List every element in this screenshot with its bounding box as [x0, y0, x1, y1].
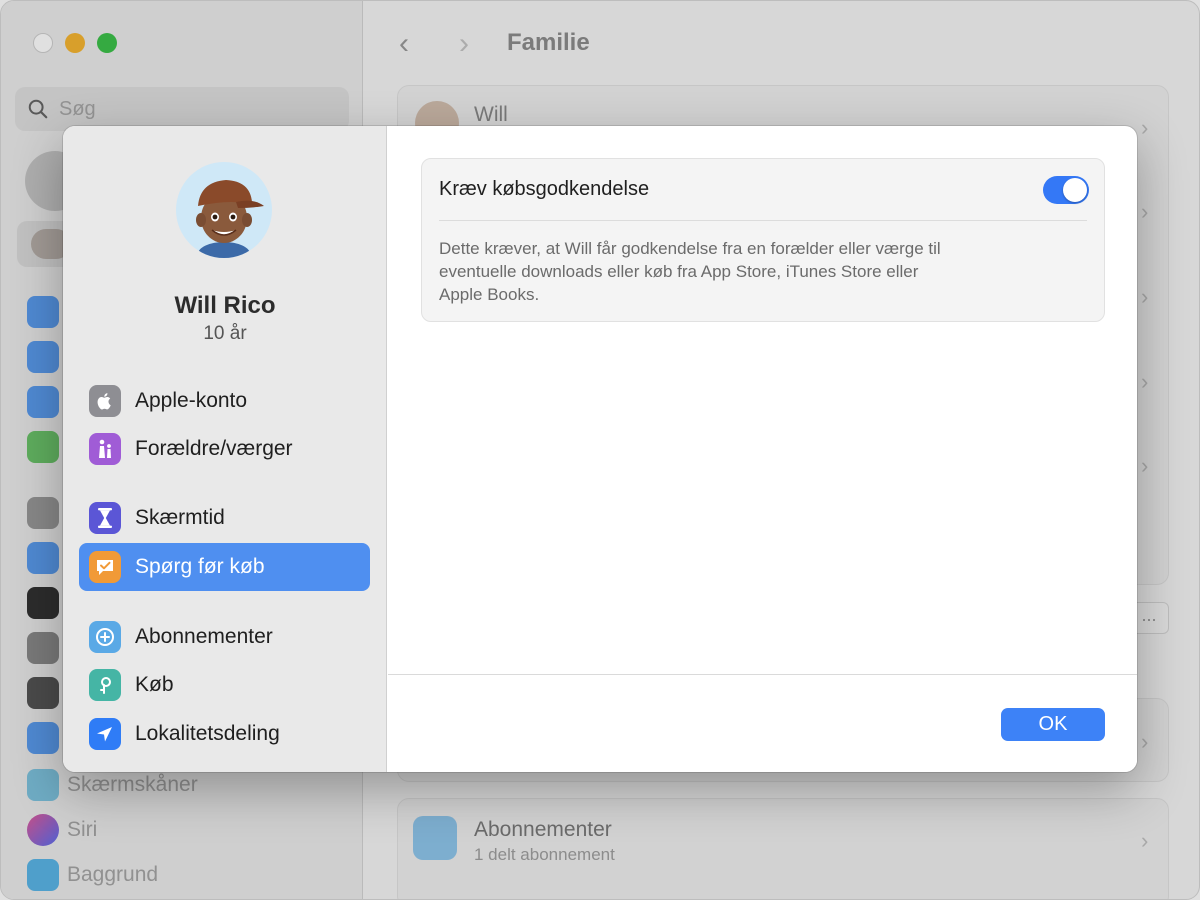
- require-purchase-approval-toggle[interactable]: [1043, 176, 1089, 204]
- nav-item-location-sharing[interactable]: Lokalitetsdeling: [79, 710, 370, 758]
- subscriptions-icon: [89, 621, 121, 653]
- nav-label: Køb: [135, 673, 174, 696]
- member-full-name: Will Rico: [174, 292, 276, 319]
- require-purchase-approval-label: Kræv købsgodkendelse: [439, 178, 650, 200]
- family-member-sheet: Will Rico 10 år Apple-konto Forældre/vær…: [63, 126, 1137, 772]
- setting-description: Dette kræver, at Will får godkendelse fr…: [439, 237, 1019, 306]
- divider: [439, 220, 1087, 221]
- nav-item-ask-to-buy[interactable]: Spørg før køb: [79, 543, 370, 591]
- ask-to-buy-setting-group: Kræv købsgodkendelse Dette kræver, at Wi…: [421, 158, 1105, 322]
- memoji-avatar: [176, 162, 272, 258]
- member-age: 10 år: [203, 323, 247, 344]
- nav-item-screen-time[interactable]: Skærmtid: [79, 494, 370, 542]
- toggle-knob: [1063, 178, 1087, 202]
- ask-to-buy-pane: Kræv købsgodkendelse Dette kræver, at Wi…: [388, 126, 1137, 674]
- nav-item-apple-account[interactable]: Apple-konto: [79, 377, 370, 425]
- location-icon: [89, 718, 121, 750]
- description-line: eventuelle downloads eller køb fra App S…: [439, 262, 919, 281]
- nav-label: Lokalitetsdeling: [135, 722, 280, 745]
- nav-label: Spørg før køb: [135, 555, 265, 578]
- parents-icon: [89, 433, 121, 465]
- nav-label: Skærmtid: [135, 506, 225, 529]
- nav-item-subscriptions[interactable]: Abonnementer: [79, 613, 370, 661]
- nav-item-purchases[interactable]: Køb: [79, 661, 370, 709]
- hourglass-icon: [89, 502, 121, 534]
- ok-button[interactable]: OK: [1001, 708, 1105, 741]
- sheet-footer: OK: [388, 674, 1137, 772]
- nav-label: Forældre/værger: [135, 437, 293, 460]
- member-sidebar: Will Rico 10 år Apple-konto Forældre/vær…: [63, 126, 387, 772]
- nav-label: Abonnementer: [135, 625, 273, 648]
- nav-label: Apple-konto: [135, 389, 248, 412]
- description-line: Apple Books.: [439, 285, 540, 304]
- description-line: Dette kræver, at Will får godkendelse fr…: [439, 239, 941, 258]
- purchases-icon: [89, 669, 121, 701]
- nav-item-parents-guardians[interactable]: Forældre/værger: [79, 425, 370, 473]
- apple-icon: [89, 385, 121, 417]
- ask-to-buy-icon: [89, 551, 121, 583]
